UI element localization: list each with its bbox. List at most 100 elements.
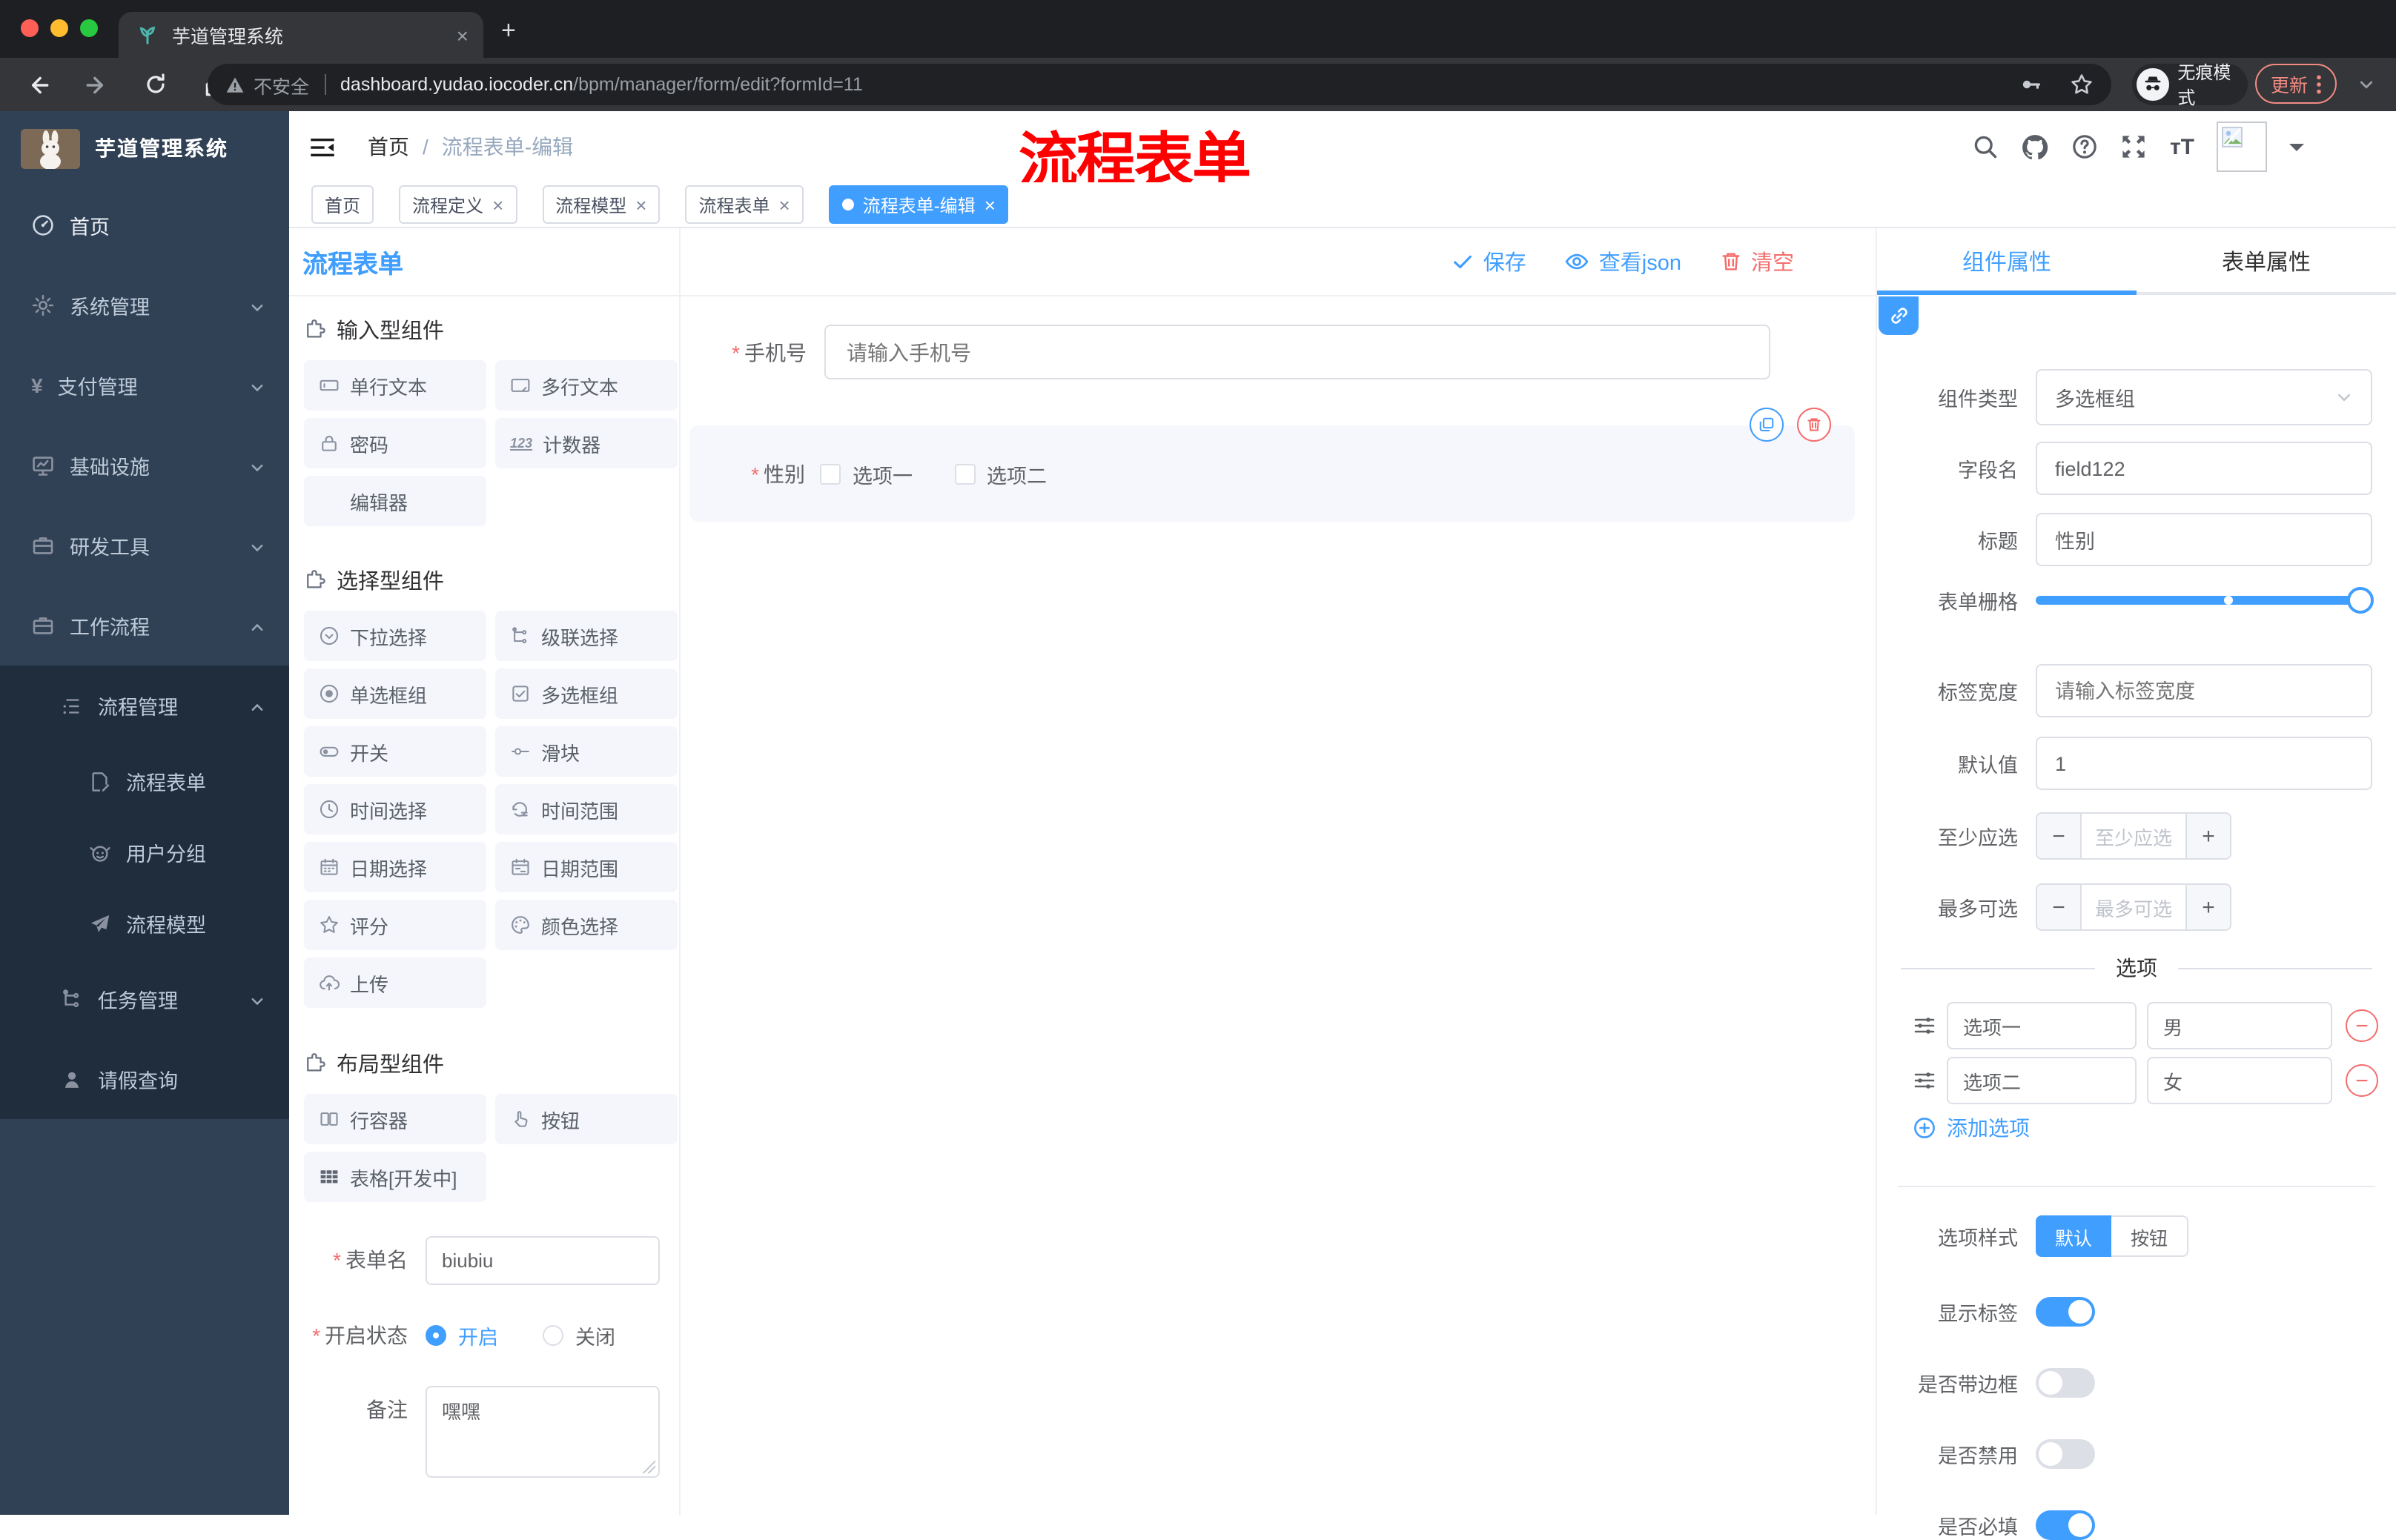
help-icon[interactable] [2072, 133, 2099, 160]
sidebar-item-devtools[interactable]: 研发工具 [0, 505, 289, 585]
copy-component-button[interactable] [1750, 408, 1784, 442]
palette-item-cascader[interactable]: 级联选择 [495, 611, 678, 661]
tag-process-definition[interactable]: 流程定义 × [399, 185, 517, 224]
palette-item-select[interactable]: 下拉选择 [304, 611, 486, 661]
stepper-value[interactable]: 最多可选 [2082, 885, 2185, 929]
option-value-input[interactable] [2147, 1057, 2332, 1104]
sidebar-item-user-group[interactable]: 用户分组 [0, 817, 289, 888]
remove-option-button[interactable]: − [2346, 1009, 2378, 1042]
window-minimize-button[interactable] [50, 19, 68, 37]
phone-input[interactable] [824, 325, 1770, 379]
gender-checkbox-1[interactable]: 选项一 [820, 459, 913, 488]
drag-handle-icon[interactable] [1913, 1014, 1936, 1038]
sidebar-item-process-mgmt[interactable]: 流程管理 [0, 666, 289, 746]
field-name-input[interactable] [2036, 442, 2372, 495]
sidebar-item-system[interactable]: 系统管理 [0, 265, 289, 345]
profile-chevron-icon[interactable] [2357, 76, 2375, 93]
add-option-button[interactable]: 添加选项 [1913, 1113, 2030, 1143]
stepper-decrease-button[interactable]: − [2037, 885, 2082, 929]
resize-handle[interactable] [642, 1460, 655, 1473]
option-label-input[interactable] [1947, 1057, 2137, 1104]
tag-home[interactable]: 首页 [311, 185, 374, 224]
search-icon[interactable] [1973, 133, 1999, 160]
status-radio-on[interactable]: 开启 [426, 1321, 498, 1350]
reload-icon[interactable] [133, 73, 178, 96]
new-tab-button[interactable]: + [501, 18, 516, 43]
palette-item-slider[interactable]: 滑块 [495, 726, 678, 777]
sidebar-item-infra[interactable]: 基础设施 [0, 425, 289, 505]
palette-item-upload[interactable]: 上传 [304, 957, 486, 1008]
palette-item-time-range[interactable]: 时间范围 [495, 784, 678, 834]
view-json-button[interactable]: 查看json [1565, 246, 1681, 277]
stepper-increase-button[interactable]: + [2185, 814, 2230, 858]
checkbox[interactable] [820, 463, 841, 484]
avatar[interactable] [2217, 122, 2267, 172]
palette-item-button[interactable]: 按钮 [495, 1094, 678, 1144]
palette-item-table[interactable]: 表格[开发中] [304, 1152, 486, 1202]
palette-item-password[interactable]: 密码 [304, 418, 486, 468]
sidebar-item-workflow[interactable]: 工作流程 [0, 585, 289, 666]
fullscreen-icon[interactable] [2121, 133, 2148, 160]
github-icon[interactable] [2022, 133, 2050, 161]
tag-process-model[interactable]: 流程模型 × [542, 185, 661, 224]
form-name-input[interactable] [426, 1236, 660, 1285]
canvas-field-gender-selected[interactable]: * 性别 选项一 选项二 [689, 408, 1855, 522]
show-label-toggle[interactable] [2036, 1297, 2095, 1327]
bookmark-star-icon[interactable] [2070, 73, 2094, 96]
slider-handle[interactable] [2347, 587, 2374, 614]
default-value-input[interactable] [2036, 737, 2372, 790]
security-label[interactable]: 不安全 [254, 70, 309, 99]
checkbox[interactable] [954, 463, 975, 484]
update-button[interactable]: 更新 [2255, 64, 2337, 104]
avatar-caret-icon[interactable] [2289, 143, 2304, 158]
sidebar-item-payment[interactable]: ¥ 支付管理 [0, 345, 289, 425]
palette-item-time-picker[interactable]: 时间选择 [304, 784, 486, 834]
style-button-button[interactable]: 按钮 [2111, 1215, 2189, 1257]
sidebar-item-process-model[interactable]: 流程模型 [0, 888, 289, 959]
window-close-button[interactable] [21, 19, 39, 37]
label-width-input[interactable] [2036, 664, 2372, 717]
tab-component-props[interactable]: 组件属性 [1877, 228, 2137, 295]
palette-item-date-picker[interactable]: 日期选择 [304, 842, 486, 892]
palette-item-radio-group[interactable]: 单选框组 [304, 668, 486, 719]
sidebar-item-home[interactable]: 首页 [0, 185, 289, 265]
palette-item-rate[interactable]: 评分 [304, 900, 486, 950]
stepper-increase-button[interactable]: + [2185, 885, 2230, 929]
menu-dots-icon[interactable] [2315, 73, 2321, 94]
tag-close-icon[interactable]: × [492, 193, 503, 216]
stepper-decrease-button[interactable]: − [2037, 814, 2082, 858]
palette-item-switch[interactable]: 开关 [304, 726, 486, 777]
sidebar-item-task-mgmt[interactable]: 任务管理 [0, 959, 289, 1039]
save-button[interactable]: 保存 [1452, 246, 1526, 277]
required-toggle[interactable] [2036, 1510, 2095, 1540]
forward-icon[interactable] [74, 72, 119, 97]
palette-item-editor[interactable]: 编辑器 [304, 476, 486, 526]
delete-component-button[interactable] [1797, 408, 1831, 442]
disabled-toggle[interactable] [2036, 1439, 2095, 1469]
with-border-toggle[interactable] [2036, 1368, 2095, 1398]
palette-item-counter[interactable]: 123 计数器 [495, 418, 678, 468]
form-remark-textarea[interactable]: 嘿嘿 [426, 1386, 660, 1478]
clear-button[interactable]: 清空 [1720, 246, 1794, 277]
palette-item-color-picker[interactable]: 颜色选择 [495, 900, 678, 950]
palette-item-checkbox-group[interactable]: 多选框组 [495, 668, 678, 719]
window-zoom-button[interactable] [80, 19, 98, 37]
remove-option-button[interactable]: − [2346, 1064, 2378, 1097]
url-bar[interactable]: 不安全 dashboard.yudao.iocoder.cn/bpm/manag… [208, 64, 2111, 105]
style-default-button[interactable]: 默认 [2036, 1215, 2112, 1257]
tab-form-props[interactable]: 表单属性 [2137, 228, 2396, 295]
palette-item-multi-text[interactable]: 多行文本 [495, 360, 678, 411]
form-grid-slider[interactable] [2036, 587, 2374, 614]
component-type-select[interactable]: 多选框组 [2036, 369, 2372, 425]
stepper-value[interactable]: 至少应选 [2082, 814, 2185, 858]
gender-checkbox-2[interactable]: 选项二 [954, 459, 1047, 488]
status-radio-off[interactable]: 关闭 [543, 1321, 615, 1350]
font-size-icon[interactable]: тT [2170, 134, 2194, 159]
sidebar-item-leave-query[interactable]: 请假查询 [0, 1039, 289, 1119]
tag-close-icon[interactable]: × [779, 193, 790, 216]
key-icon[interactable] [2019, 73, 2043, 96]
palette-item-row-container[interactable]: 行容器 [304, 1094, 486, 1144]
palette-item-date-range[interactable]: 日期范围 [495, 842, 678, 892]
tag-process-form-edit[interactable]: 流程表单-编辑 × [828, 185, 1009, 224]
browser-tab[interactable]: 芋道管理系统 × [119, 12, 483, 58]
